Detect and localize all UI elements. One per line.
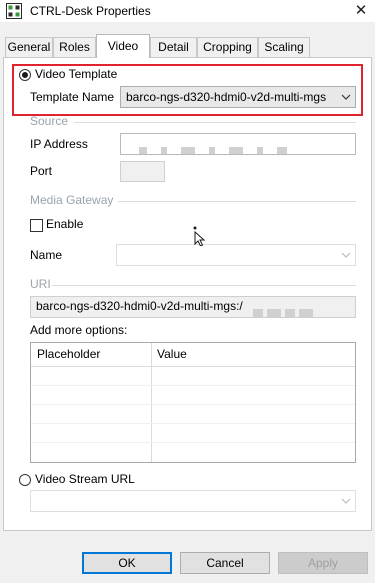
ip-address-field[interactable] (120, 133, 356, 155)
column-divider (151, 343, 152, 462)
tab-video[interactable]: Video (96, 34, 150, 58)
tab-detail[interactable]: Detail (150, 37, 197, 57)
table-row (31, 442, 355, 443)
column-header-value[interactable]: Value (151, 343, 355, 366)
uri-group-label: URI (30, 277, 51, 291)
template-name-value: barco-ngs-d320-hdmi0-v2d-multi-mgs (126, 90, 327, 104)
table-row (31, 385, 355, 386)
ip-address-label: IP Address (30, 137, 88, 151)
video-template-radio[interactable] (19, 69, 31, 81)
video-stream-url-label: Video Stream URL (35, 472, 135, 486)
video-template-label: Video Template (35, 67, 118, 81)
chevron-down-icon[interactable] (340, 495, 352, 507)
tab-roles[interactable]: Roles (53, 37, 96, 57)
video-stream-url-select[interactable] (30, 490, 356, 512)
video-stream-url-radio[interactable] (19, 474, 31, 486)
tab-scaling[interactable]: Scaling (258, 37, 310, 57)
source-separator (74, 122, 356, 123)
cancel-button[interactable]: Cancel (180, 552, 270, 574)
uri-value: barco-ngs-d320-hdmi0-v2d-multi-mgs:/ (36, 299, 243, 313)
close-icon[interactable]: ✕ (350, 0, 372, 22)
tab-general[interactable]: General (5, 37, 53, 57)
chevron-down-icon[interactable] (340, 249, 352, 261)
name-select[interactable] (116, 244, 356, 266)
apply-button[interactable]: Apply (278, 552, 368, 574)
template-name-select[interactable]: barco-ngs-d320-hdmi0-v2d-multi-mgs (120, 86, 356, 108)
port-label: Port (30, 164, 53, 178)
redacted-mask (253, 303, 317, 317)
media-gateway-separator (118, 201, 356, 202)
redacted-mask (139, 141, 301, 154)
mouse-pointer-icon (193, 226, 206, 246)
template-name-label: Template Name (30, 90, 115, 104)
source-group-label: Source (30, 114, 69, 128)
options-table[interactable]: Placeholder Value (30, 342, 356, 463)
more-options-label: Add more options: (30, 323, 128, 337)
window-title: CTRL-Desk Properties (30, 4, 151, 18)
uri-separator (52, 285, 356, 286)
header-divider (31, 366, 355, 367)
media-gateway-group-label: Media Gateway (30, 193, 114, 207)
port-field[interactable] (120, 161, 165, 182)
name-label: Name (30, 248, 63, 262)
enable-checkbox[interactable] (30, 219, 43, 232)
chevron-down-icon[interactable] (340, 91, 352, 103)
tab-cropping[interactable]: Cropping (197, 37, 258, 57)
app-grid-icon (6, 3, 22, 19)
table-row (31, 423, 355, 424)
column-header-placeholder[interactable]: Placeholder (31, 343, 151, 366)
ok-button[interactable]: OK (82, 552, 172, 574)
enable-label: Enable (46, 217, 84, 231)
uri-field[interactable]: barco-ngs-d320-hdmi0-v2d-multi-mgs:/ (30, 296, 356, 318)
table-row (31, 404, 355, 405)
